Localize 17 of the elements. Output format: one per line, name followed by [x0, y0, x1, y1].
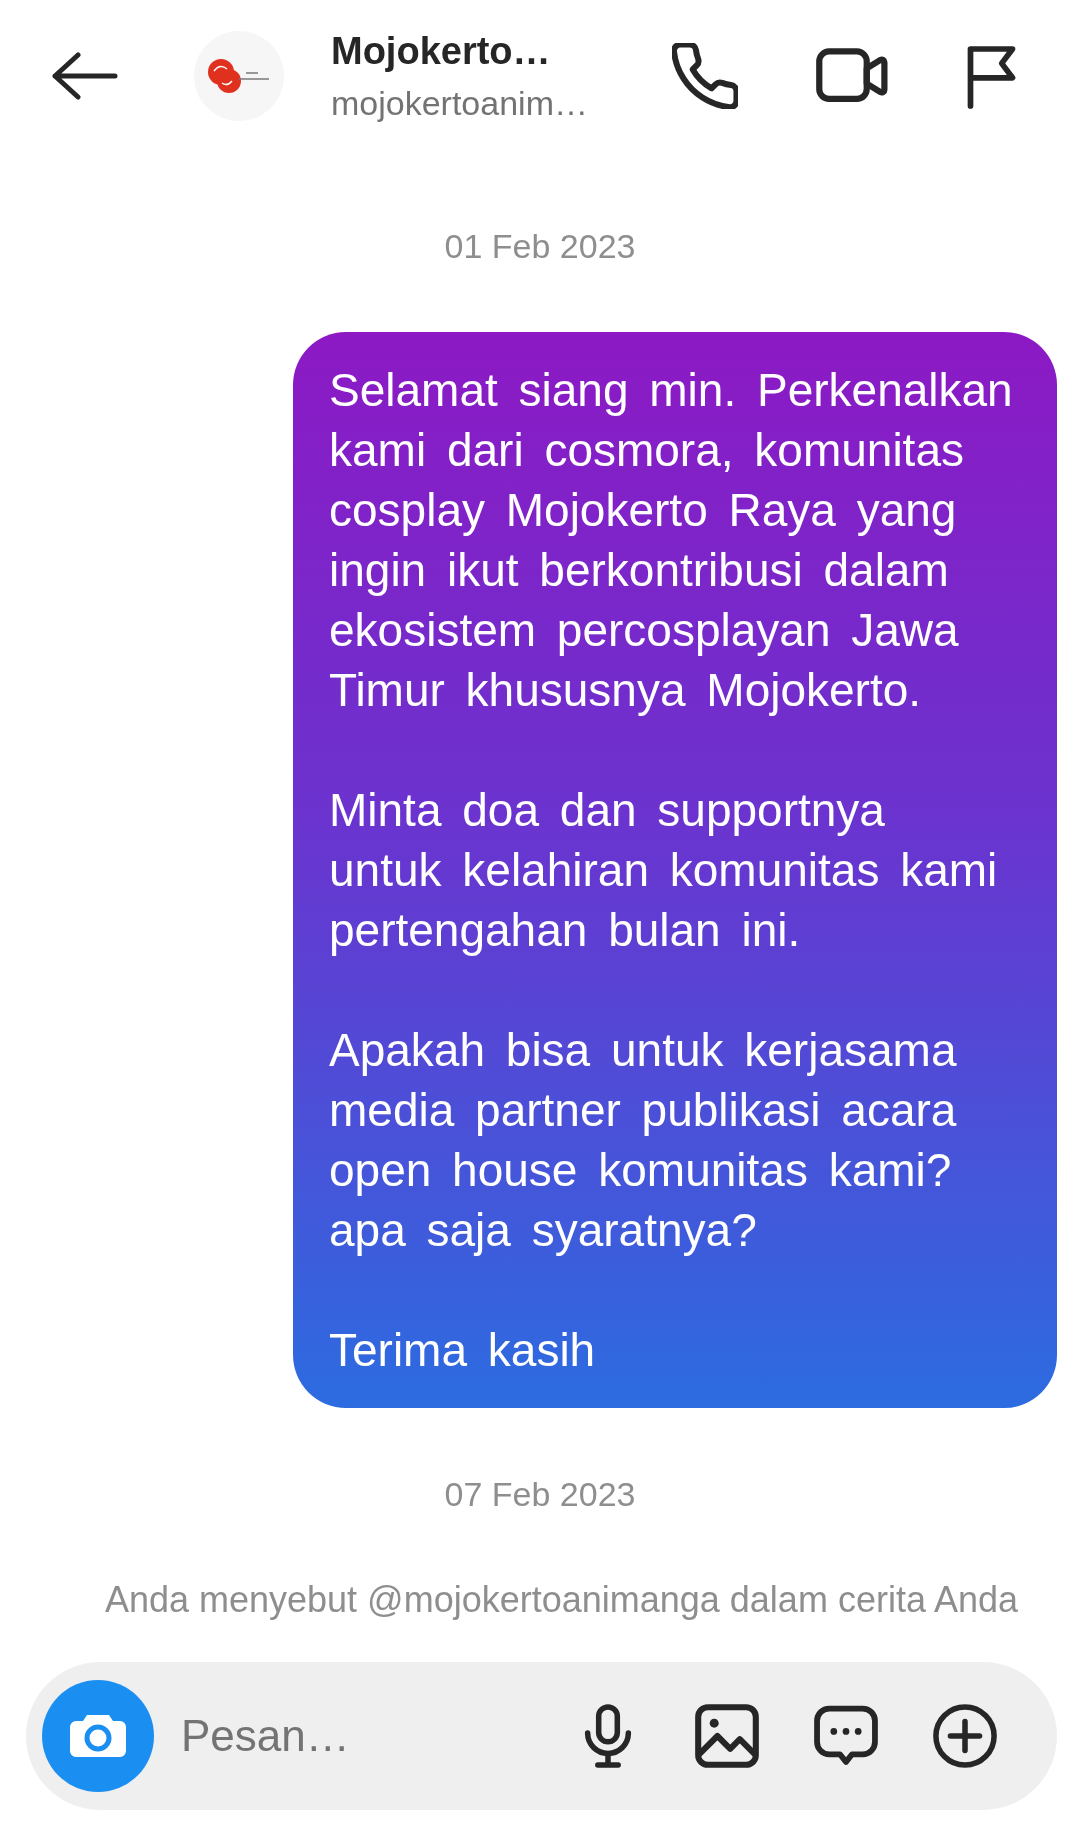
date-label: 07 Feb 2023	[444, 1474, 636, 1514]
chat-title: Mojokerto…	[331, 29, 551, 74]
add-icon[interactable]	[933, 1704, 997, 1768]
back-arrow-icon[interactable]	[52, 52, 118, 100]
date-label: 01 Feb 2023	[444, 226, 636, 266]
camera-icon[interactable]	[42, 1680, 154, 1792]
message-text: Terima kasih	[329, 1323, 597, 1378]
image-icon[interactable]	[695, 1704, 759, 1768]
mention-notice: Anda menyebut @mojokertoanimanga dalam cerita Anda	[104, 1580, 1018, 1620]
chat-bubble-icon[interactable]	[814, 1704, 878, 1768]
message-input[interactable]: Pesan…	[181, 1708, 546, 1764]
chat-username: mojokertoanim…	[331, 83, 588, 124]
message-text: Apakah bisa untuk kerjasama media partner publikasi acara open house komunitas kami? apa saja syaratnya?	[329, 1023, 958, 1258]
message-text: Selamat siang min. Perkenalkan kami dari cosmora, komunitas cosplay Mojokerto Raya yang ingin ikut berkontribusi dalam ekosistem percosplayan Jawa Timur khususnya Mojokerto.	[329, 363, 1014, 718]
avatar-icon[interactable]	[194, 31, 284, 121]
message-text: Minta doa dan supportnya untuk kelahiran komunitas kami pertengahan bulan ini.	[329, 783, 999, 958]
phone-icon[interactable]	[672, 43, 738, 109]
